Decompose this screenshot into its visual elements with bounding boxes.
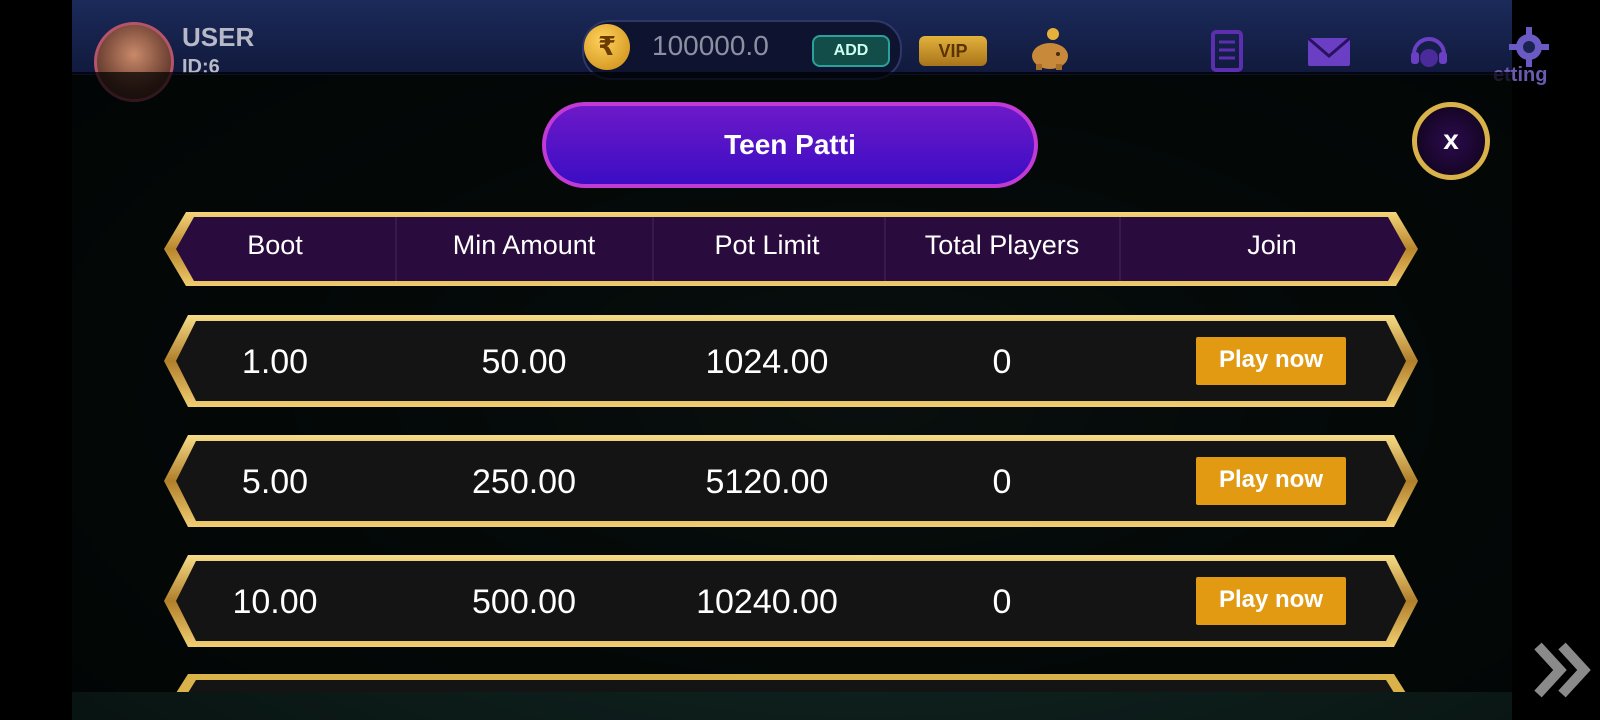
play-now-button[interactable]: Play now xyxy=(1196,337,1346,385)
column-header-join: Join xyxy=(1247,230,1297,260)
column-header-min-amount: Min Amount xyxy=(452,230,596,260)
vip-button[interactable]: VIP xyxy=(919,36,987,66)
table-row-partial xyxy=(162,672,1420,692)
close-button[interactable]: x xyxy=(1412,102,1490,180)
wallet-balance: 100000.0 xyxy=(652,30,769,61)
cell-boot: 10.00 xyxy=(232,583,318,621)
cell-min-amount: 50.00 xyxy=(481,343,567,381)
cell-boot: 5.00 xyxy=(241,463,309,501)
play-now-button[interactable]: Play now xyxy=(1196,577,1346,625)
support-headset-icon[interactable] xyxy=(1406,28,1452,74)
user-name: USER xyxy=(182,22,255,52)
cell-pot-limit: 5120.00 xyxy=(705,463,829,501)
cell-pot-limit: 1024.00 xyxy=(705,343,829,381)
chevron-right-icon[interactable] xyxy=(1530,640,1600,700)
cell-total-players: 0 xyxy=(992,463,1012,501)
cell-pot-limit: 10240.00 xyxy=(696,583,838,621)
history-scroll-icon[interactable] xyxy=(1204,28,1250,74)
piggy-bank-icon[interactable] xyxy=(1028,26,1074,72)
cell-min-amount: 500.00 xyxy=(472,583,576,621)
column-header-boot: Boot xyxy=(247,230,303,260)
table-row: 5.00 250.00 5120.00 0 Play now xyxy=(162,433,1420,529)
column-header-pot-limit: Pot Limit xyxy=(714,230,820,260)
mail-icon[interactable] xyxy=(1306,28,1352,74)
cell-total-players: 0 xyxy=(992,583,1012,621)
table-row: 10.00 500.00 10240.00 0 Play now xyxy=(162,553,1420,649)
modal-title: Teen Patti xyxy=(542,102,1038,188)
row-frame-partial xyxy=(176,674,1406,692)
table-header: Boot Min Amount Pot Limit Total Players … xyxy=(162,210,1420,288)
table-row: 1.00 50.00 1024.00 0 Play now xyxy=(162,313,1420,409)
cell-min-amount: 250.00 xyxy=(472,463,576,501)
play-now-button[interactable]: Play now xyxy=(1196,457,1346,505)
cell-total-players: 0 xyxy=(992,343,1012,381)
rupee-icon: ₹ xyxy=(584,24,630,70)
column-header-total-players: Total Players xyxy=(924,230,1080,260)
cell-boot: 1.00 xyxy=(241,343,309,381)
add-money-button[interactable]: ADD xyxy=(812,35,890,67)
